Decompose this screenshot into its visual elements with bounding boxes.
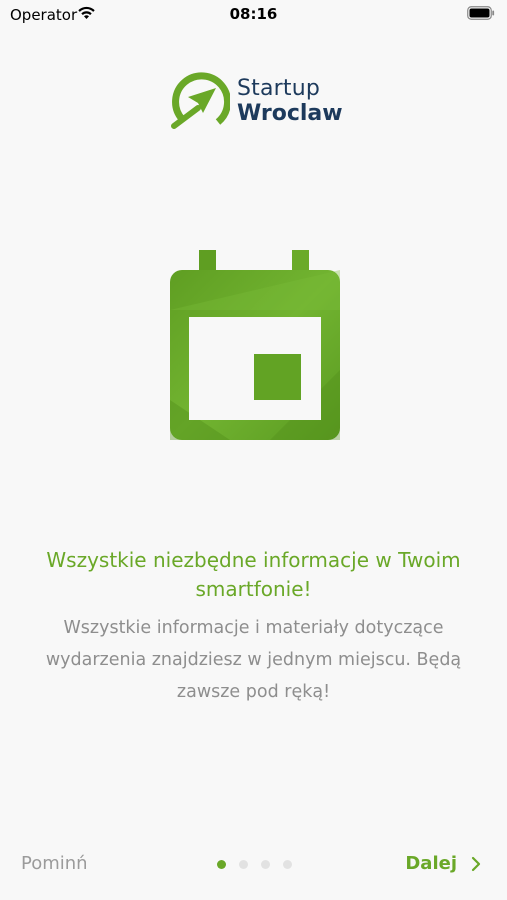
page-dot-3	[261, 860, 270, 869]
logo-text-wroclaw: Wroclaw	[237, 101, 343, 126]
logo-arrow-icon	[171, 72, 230, 129]
status-bar: Operator 08:16	[0, 0, 507, 30]
onboarding-headline: Wszystkie niezbędne informacje w Twoim s…	[46, 548, 461, 601]
next-button[interactable]: Dalej	[405, 853, 481, 874]
skip-button[interactable]: Pominń	[21, 853, 88, 874]
logo-text-startup: Startup	[237, 76, 321, 101]
startup-wroclaw-logo: Startup Wroclaw	[168, 70, 348, 132]
status-time: 08:16	[229, 5, 278, 23]
page-dot-1	[217, 860, 226, 869]
page-dot-2	[239, 860, 248, 869]
next-button-label: Dalej	[405, 853, 457, 874]
page-indicator	[217, 860, 297, 870]
chevron-right-icon	[471, 856, 481, 871]
battery-icon	[467, 6, 495, 20]
calendar-icon	[170, 250, 340, 440]
onboarding-description: Wszystkie informacje i materiały dotyczą…	[45, 618, 462, 702]
page-dot-4	[283, 860, 292, 869]
